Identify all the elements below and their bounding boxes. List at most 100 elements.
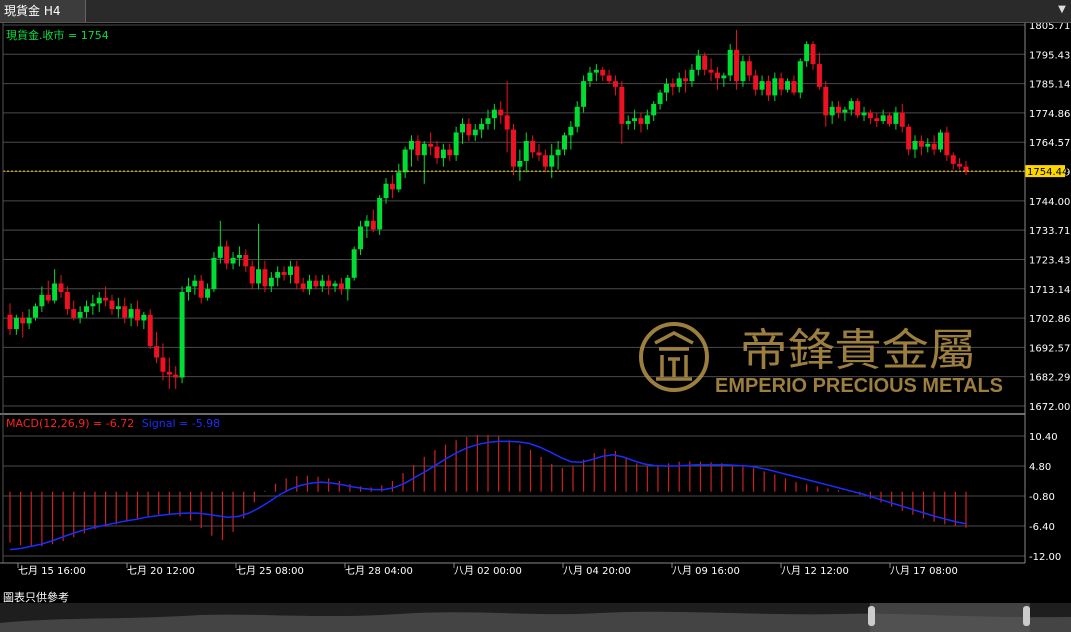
navigator-left-handle[interactable] [868,606,875,626]
price-tick-label: 1672.00 [1029,402,1070,413]
candle-body [166,371,172,375]
candle-body [842,109,848,113]
candle-body [734,49,740,82]
candle-body [912,141,918,150]
navigator-window[interactable] [870,603,1030,632]
candle-body [823,86,829,116]
candle-body [568,126,574,136]
candle-body [275,272,281,278]
x-tick-label: 八月 17 08:00 [890,565,958,577]
candle-body [287,266,293,275]
price-y-axis[interactable]: 1805.71 1795.43 1785.14 1774.86 1764.57 1754.… [1029,23,1070,413]
candle-body [612,81,618,87]
candle-body [906,126,912,150]
candle-body [364,220,370,227]
price-tick-label: 1764.57 [1029,138,1070,149]
candle-body [396,172,402,190]
candle-body [409,141,415,150]
macd-y-axis[interactable]: 10.40 4.80 -0.80 -6.40 -12.00 [1029,432,1061,563]
x-tick-label: 八月 09 16:00 [672,565,740,577]
chart-navigator[interactable] [0,603,1071,632]
candle-body [32,306,38,318]
signal-value-label: Signal = -5.98 [142,417,220,430]
chevron-down-icon[interactable]: ▼ [1055,3,1069,17]
candle-body [192,280,198,287]
candle-body [804,44,810,62]
candle-body [797,61,803,93]
candle-body [58,283,64,293]
x-tick-label: 八月 12 12:00 [781,565,849,577]
candle-body [402,149,408,173]
candle-body [708,69,714,73]
chart-area[interactable]: 帝鋒貴金屬 EMPERIO PRECIOUS METALS 七月 15 16:0… [0,23,1071,603]
price-tick-label: 1805.71 [1029,23,1070,32]
candle-body [313,280,319,287]
candle-body [918,141,924,147]
macd-tick-label: -12.00 [1029,552,1061,563]
candle-body [358,226,364,250]
candle-body [351,249,357,278]
candle-body [874,118,880,122]
candle-body [13,317,19,330]
x-tick-label: 七月 20 12:00 [127,565,195,577]
watermark: 帝鋒貴金屬 EMPERIO PRECIOUS METALS [639,322,1003,397]
tab-xau-h4[interactable]: 現貨金 H4 [0,0,86,22]
candle-body [109,300,115,310]
candle-body [695,55,701,70]
candle-body [606,75,612,82]
candle-body [268,277,274,287]
candle-body [561,135,567,150]
candle-body [619,86,625,124]
candle-body [453,132,459,156]
candle-body [772,78,778,96]
candle-body [791,81,797,93]
price-tick-label: 1723.43 [1029,255,1070,266]
candle-body [300,283,306,290]
candle-body [663,84,669,93]
candle-body [555,149,561,156]
candle-body [600,69,606,76]
x-tick-label: 八月 02 00:00 [454,565,522,577]
candle-body [370,220,376,230]
candle-body [236,254,242,258]
candle-body [319,280,325,287]
candle-body [632,118,638,122]
candle-body [644,115,650,124]
candle-body [90,303,96,307]
candle-body [530,141,536,153]
candle-body [179,292,185,378]
candle-body [332,283,338,287]
candle-body [345,277,351,290]
x-tick-label: 八月 04 20:00 [563,565,631,577]
x-axis: 七月 15 16:00 七月 20 12:00 七月 25 08:00 七月 28 0… [17,563,958,577]
candle-body [281,272,287,275]
candle-body [256,269,262,284]
candle-body [205,289,211,298]
candle-body [338,283,344,290]
candle-body [7,314,13,330]
candle-body [96,297,102,304]
candle-body [638,118,644,124]
candle-body [307,280,313,290]
candle-body [536,152,542,156]
candle-body [389,183,395,190]
candle-body [64,292,70,310]
candle-body [549,155,555,167]
candle-body [759,81,765,90]
candle-body [160,357,166,372]
candle-body [421,143,427,156]
candle-body [491,109,497,119]
navigator-right-handle[interactable] [1023,606,1030,626]
candle-body [950,155,956,164]
candle-body [472,129,478,136]
candle-body [52,283,58,301]
candle-body [20,317,26,324]
candle-body [816,64,822,87]
macd-value-label: MACD(12,26,9) = -6.72 [6,417,134,430]
price-tick-label: 1795.43 [1029,50,1070,61]
candle-body [479,123,485,130]
tab-bar: 現貨金 H4 ▼ [0,0,1071,23]
watermark-english: EMPERIO PRECIOUS METALS [715,375,1003,397]
candle-body [810,44,816,65]
candle-body [115,306,121,310]
